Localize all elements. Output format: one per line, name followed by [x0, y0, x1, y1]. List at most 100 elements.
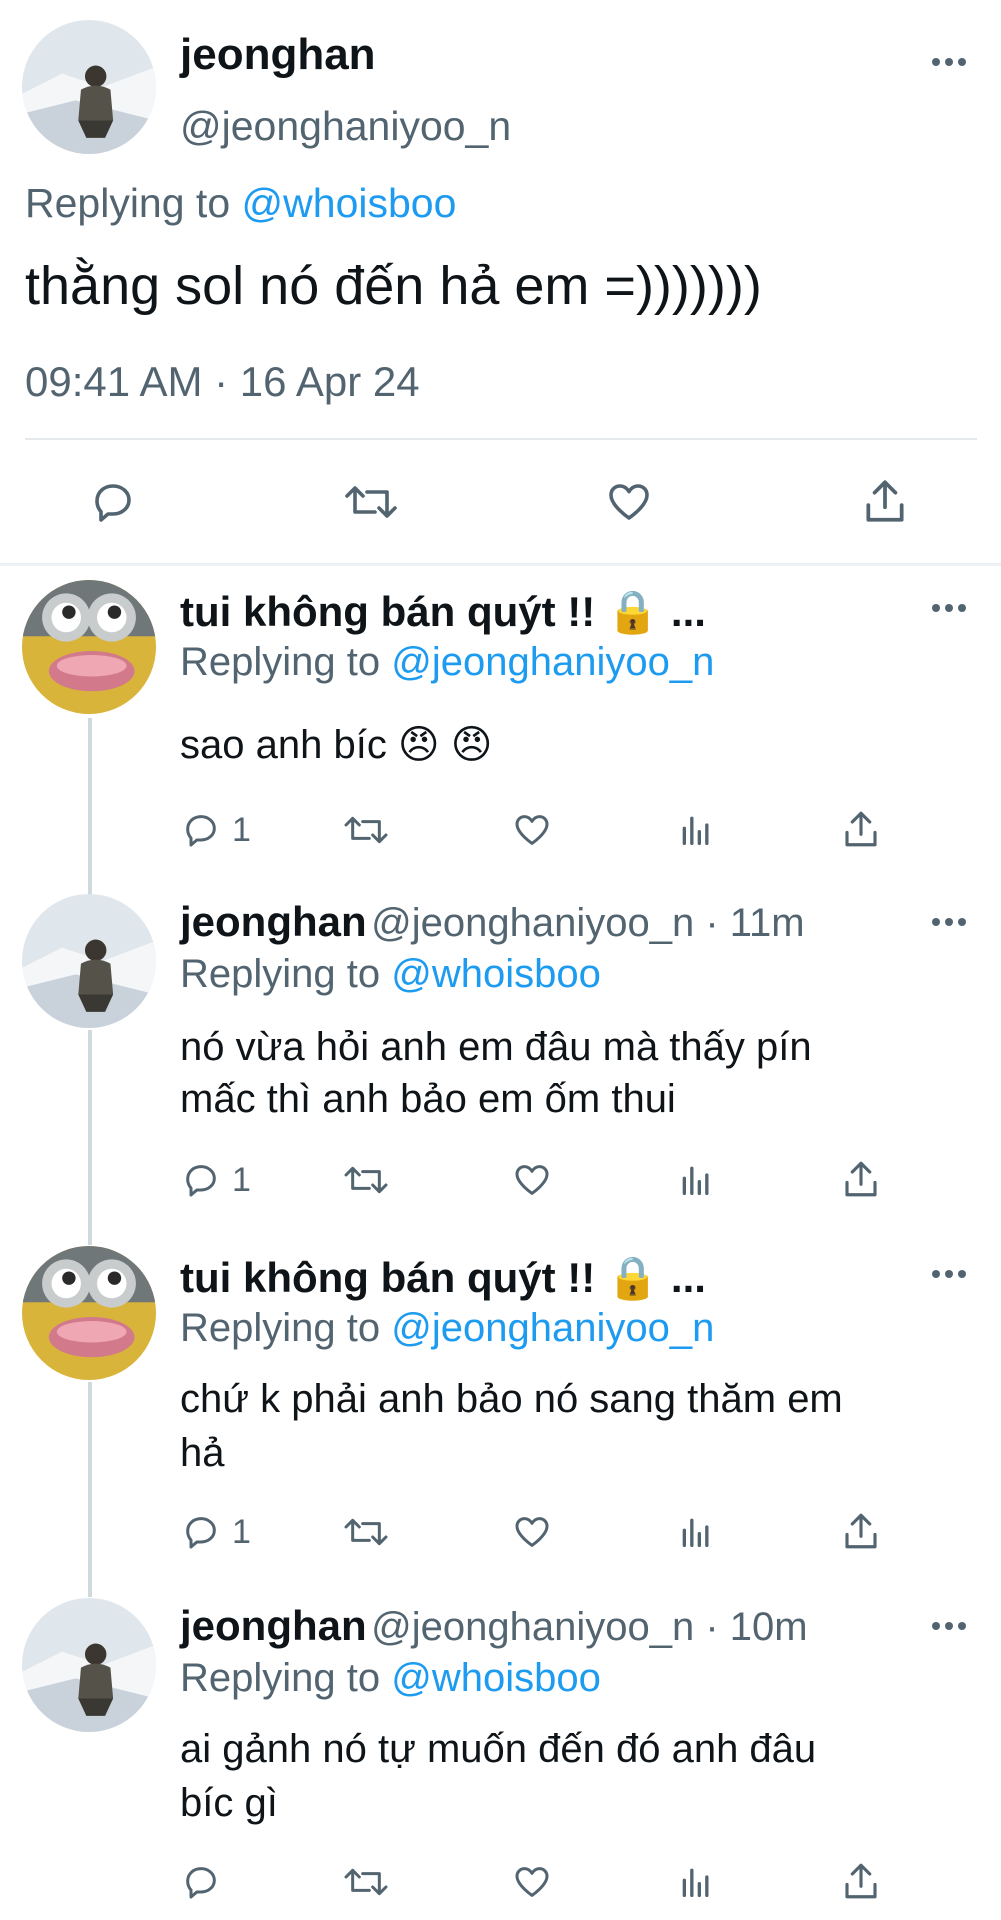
- reply-avatar[interactable]: [22, 1246, 156, 1380]
- replying-to-line: Replying to @jeonghaniyoo_n: [180, 640, 714, 685]
- retweet-arrows-icon: [344, 816, 388, 844]
- share-upload-icon: [845, 1513, 877, 1549]
- retweet-arrows-icon: [344, 1518, 388, 1546]
- reply-handle-time[interactable]: @jeonghaniyoo_n · 11m: [371, 901, 804, 945]
- like-button[interactable]: [510, 810, 554, 850]
- reply-avatar[interactable]: [22, 580, 156, 714]
- share-button[interactable]: [840, 1860, 882, 1902]
- author-avatar[interactable]: [22, 20, 156, 154]
- heart-outline-icon: [515, 1867, 549, 1897]
- replying-to-mention[interactable]: @whoisboo: [391, 1656, 601, 1700]
- replying-to-mention[interactable]: @jeonghaniyoo_n: [391, 640, 714, 684]
- reply-text-line: mấc thì anh bảo em ốm thui: [180, 1077, 676, 1121]
- reply-name[interactable]: jeonghan: [180, 898, 367, 945]
- heart-outline-icon: [515, 1517, 549, 1547]
- views-button[interactable]: [676, 1512, 716, 1552]
- share-button[interactable]: [840, 1158, 882, 1200]
- reply-button[interactable]: 1: [180, 1160, 251, 1200]
- retweet-button[interactable]: [342, 1160, 390, 1200]
- replying-to-mention[interactable]: @jeonghaniyoo_n: [391, 1306, 714, 1350]
- more-options-icon[interactable]: [932, 58, 972, 70]
- replying-to-mention[interactable]: @whoisboo: [242, 180, 457, 226]
- thread-connector: [88, 1382, 92, 1597]
- reply-button[interactable]: 1: [180, 1512, 251, 1552]
- reply-count: 1: [232, 1160, 251, 1199]
- like-button[interactable]: [603, 478, 655, 526]
- retweet-arrows-icon: [345, 486, 397, 518]
- share-button[interactable]: [860, 475, 910, 527]
- heart-outline-icon: [609, 484, 649, 520]
- replying-to-mention[interactable]: @whoisboo: [391, 952, 601, 996]
- replying-to-label: Replying to: [25, 180, 231, 226]
- tweet-text: thằng sol nó đến hả em =))))))): [25, 256, 762, 316]
- more-options-icon[interactable]: [932, 1270, 972, 1282]
- reply-count: 1: [232, 810, 251, 849]
- share-upload-icon: [845, 1161, 877, 1197]
- bar-chart-icon: [682, 1868, 709, 1897]
- reply-button[interactable]: 1: [180, 810, 251, 850]
- reply-header: jeonghan @jeonghaniyoo_n · 11m: [180, 898, 805, 946]
- bar-chart-icon: [682, 1518, 709, 1547]
- speech-bubble-icon: [186, 815, 216, 847]
- more-options-icon[interactable]: [932, 604, 972, 616]
- more-options-icon[interactable]: [932, 918, 972, 930]
- retweet-button[interactable]: [342, 810, 390, 850]
- share-upload-icon: [866, 480, 904, 522]
- retweet-button[interactable]: [342, 1862, 390, 1902]
- replying-to-label: Replying to: [180, 640, 381, 684]
- like-button[interactable]: [510, 1862, 554, 1902]
- retweet-button[interactable]: [342, 1512, 390, 1552]
- bar-chart-icon: [682, 816, 709, 845]
- views-button[interactable]: [676, 810, 716, 850]
- replying-to-label: Replying to: [180, 1656, 381, 1700]
- reply-name[interactable]: tui không bán quýt !! 🔒 ...: [180, 588, 706, 637]
- reply-avatar[interactable]: [22, 1598, 156, 1732]
- reply-button[interactable]: [180, 1862, 222, 1902]
- author-name[interactable]: jeonghan: [180, 30, 376, 80]
- reply-text-line: bíc gì: [180, 1781, 278, 1825]
- author-handle[interactable]: @jeonghaniyoo_n: [180, 103, 511, 150]
- divider: [25, 438, 977, 440]
- share-upload-icon: [845, 1863, 877, 1899]
- replying-to-line: Replying to @whoisboo: [25, 180, 456, 227]
- speech-bubble-icon: [186, 1867, 216, 1899]
- speech-bubble-icon: [186, 1165, 216, 1197]
- retweet-arrows-icon: [344, 1868, 388, 1896]
- more-options-icon[interactable]: [932, 1622, 972, 1634]
- like-button[interactable]: [510, 1512, 554, 1552]
- reply-text-line: chứ k phải anh bảo nó sang thăm em: [180, 1377, 843, 1421]
- speech-bubble-icon: [186, 1517, 216, 1549]
- reply-name[interactable]: tui không bán quýt !! 🔒 ...: [180, 1254, 706, 1303]
- thread-connector: [88, 718, 92, 896]
- replying-to-label: Replying to: [180, 952, 381, 996]
- heart-outline-icon: [515, 815, 549, 845]
- like-button[interactable]: [510, 1160, 554, 1200]
- reply-handle-time[interactable]: @jeonghaniyoo_n · 10m: [371, 1605, 807, 1649]
- retweet-button[interactable]: [342, 478, 400, 526]
- divider: [0, 563, 1001, 566]
- tweet-timestamp[interactable]: 09:41 AM · 16 Apr 24: [25, 358, 420, 406]
- reply-text-line: nó vừa hỏi anh em đâu mà thấy pín: [180, 1025, 812, 1069]
- replying-to-line: Replying to @whoisboo: [180, 952, 601, 997]
- reply-text-line: ai gảnh nó tự muốn đến đó anh đâu: [180, 1727, 817, 1771]
- bar-chart-icon: [682, 1166, 709, 1195]
- reply-count: 1: [232, 1512, 251, 1551]
- replying-to-line: Replying to @whoisboo: [180, 1656, 601, 1701]
- heart-outline-icon: [515, 1165, 549, 1195]
- replying-to-label: Replying to: [180, 1306, 381, 1350]
- retweet-arrows-icon: [344, 1166, 388, 1194]
- reply-text-line: hả: [180, 1431, 225, 1475]
- reply-button[interactable]: [88, 478, 138, 526]
- reply-text: sao anh bíc 😠 😠: [180, 723, 493, 767]
- views-button[interactable]: [676, 1862, 716, 1902]
- replying-to-line: Replying to @jeonghaniyoo_n: [180, 1306, 714, 1351]
- share-upload-icon: [845, 811, 877, 847]
- reply-avatar[interactable]: [22, 894, 156, 1028]
- reply-header: jeonghan @jeonghaniyoo_n · 10m: [180, 1602, 808, 1650]
- views-button[interactable]: [676, 1160, 716, 1200]
- share-button[interactable]: [840, 808, 882, 850]
- reply-name[interactable]: jeonghan: [180, 1602, 367, 1649]
- share-button[interactable]: [840, 1510, 882, 1552]
- speech-bubble-icon: [95, 484, 131, 522]
- thread-connector: [88, 1030, 92, 1245]
